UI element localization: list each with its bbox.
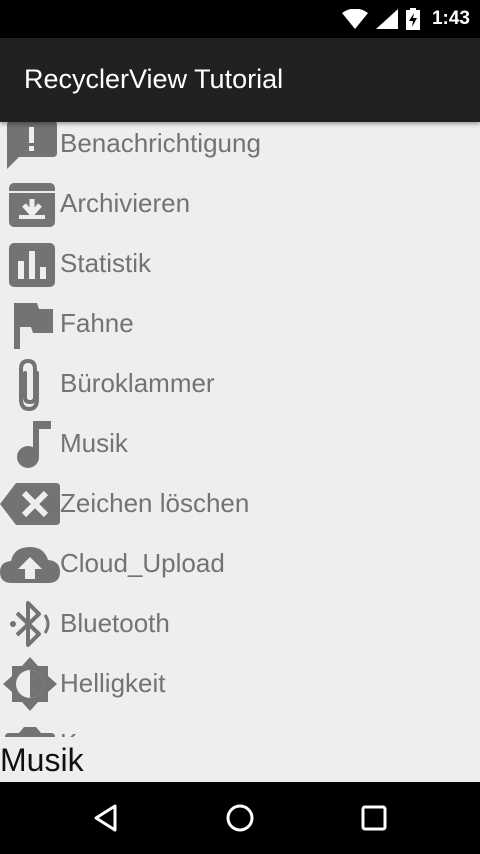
battery-icon — [405, 8, 420, 30]
back-button[interactable] — [88, 800, 124, 836]
list-item[interactable]: Archivieren — [0, 174, 480, 234]
list-item-label: K — [60, 728, 77, 737]
wifi-icon — [341, 9, 368, 29]
brightness-icon — [0, 657, 60, 711]
archive-icon — [0, 177, 60, 231]
list-item[interactable]: Bluetooth — [0, 594, 480, 654]
list-item-label: Helligkeit — [60, 668, 166, 698]
camera-icon — [0, 717, 60, 737]
recents-button[interactable] — [356, 800, 392, 836]
list-item[interactable]: Benachrichtigung — [0, 122, 480, 174]
list-item[interactable]: Cloud_Upload — [0, 534, 480, 594]
recents-icon — [361, 805, 387, 831]
content-area: Benachrichtigung Archivieren Statistik F… — [0, 122, 480, 782]
bluetooth-icon — [0, 597, 60, 651]
list-item[interactable]: Statistik — [0, 234, 480, 294]
home-button[interactable] — [222, 800, 258, 836]
backspace-icon — [0, 477, 60, 531]
list-item[interactable]: K — [0, 714, 480, 737]
list-item-label: Bluetooth — [60, 608, 170, 638]
flag-icon — [0, 297, 60, 351]
list-item[interactable]: Musik — [0, 414, 480, 474]
navigation-bar — [0, 782, 480, 854]
list-item[interactable]: Büroklammer — [0, 354, 480, 414]
status-icons: 1:43 — [341, 6, 470, 32]
list-item-label: Fahne — [60, 308, 134, 338]
chart-icon — [0, 237, 60, 291]
paperclip-icon — [0, 357, 60, 411]
home-icon — [226, 804, 254, 832]
list-item-label: Statistik — [60, 248, 152, 278]
selected-item-text: Musik — [0, 742, 84, 778]
feedback-icon — [0, 122, 60, 171]
signal-icon — [375, 9, 398, 29]
recycler-list[interactable]: Benachrichtigung Archivieren Statistik F… — [0, 122, 480, 737]
status-bar: 1:43 — [0, 0, 480, 38]
app-bar: RecyclerView Tutorial — [0, 38, 480, 122]
list-item-label: Musik — [60, 428, 128, 458]
status-time: 1:43 — [431, 8, 470, 29]
list-item-label: Zeichen löschen — [60, 488, 250, 518]
list-item-label: Benachrichtigung — [60, 128, 261, 158]
cloud-upload-icon — [0, 537, 60, 591]
app-title: RecyclerView Tutorial — [24, 64, 284, 94]
list-item[interactable]: Helligkeit — [0, 654, 480, 714]
list-item-label: Büroklammer — [60, 368, 215, 398]
list-item-label: Cloud_Upload — [60, 548, 225, 578]
back-icon — [94, 804, 117, 832]
list-item[interactable]: Zeichen löschen — [0, 474, 480, 534]
list-item-label: Archivieren — [60, 188, 191, 218]
list-item[interactable]: Fahne — [0, 294, 480, 354]
music-note-icon — [0, 417, 60, 471]
